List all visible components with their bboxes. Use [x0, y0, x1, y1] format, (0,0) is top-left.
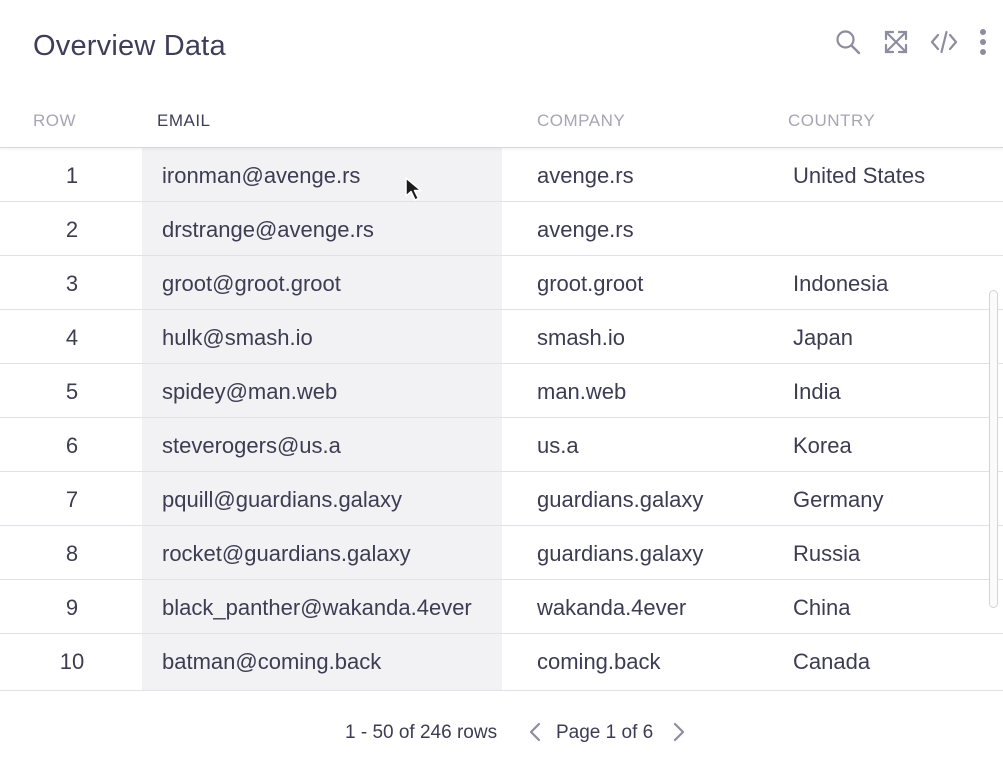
data-table: ROW EMAIL COMPANY COUNTRY 1 ironman@aven… — [0, 96, 1003, 688]
company-cell: wakanda.4ever — [537, 595, 687, 620]
row-number: 7 — [65, 487, 79, 512]
table-row[interactable]: 2 drstrange@avenge.rs avenge.rs — [0, 202, 1003, 256]
table-row[interactable]: 1 ironman@avenge.rs avenge.rs United Sta… — [0, 148, 1003, 202]
country-cell: China — [793, 595, 851, 620]
row-number: 2 — [65, 217, 79, 242]
company-cell: smash.io — [537, 325, 626, 350]
country-cell: Japan — [793, 325, 853, 350]
row-number: 5 — [65, 379, 79, 404]
page-title: Overview Data — [33, 30, 226, 62]
next-page-button[interactable] — [668, 719, 690, 745]
email-cell: hulk@smash.io — [162, 325, 313, 350]
email-cell: ironman@avenge.rs — [162, 163, 361, 188]
company-cell: coming.back — [537, 649, 661, 674]
country-cell: United States — [793, 163, 926, 188]
row-number: 8 — [65, 541, 79, 566]
column-header-country[interactable]: COUNTRY — [788, 111, 875, 131]
country-cell: Canada — [793, 649, 871, 674]
table-row[interactable]: 10 batman@coming.back coming.back Canada — [0, 634, 1003, 688]
table-row[interactable]: 4 hulk@smash.io smash.io Japan — [0, 310, 1003, 364]
row-number: 3 — [65, 271, 79, 296]
more-vertical-icon — [980, 29, 986, 55]
email-cell: batman@coming.back — [162, 649, 382, 674]
rows-count-text: 1 - 50 of 246 rows — [345, 722, 498, 743]
code-button[interactable] — [929, 26, 959, 58]
email-cell: black_panther@wakanda.4ever — [162, 595, 472, 620]
pagination-footer: 1 - 50 of 246 rows Page 1 of 6 — [0, 690, 1003, 771]
table-row[interactable]: 7 pquill@guardians.galaxy guardians.gala… — [0, 472, 1003, 526]
email-cell: pquill@guardians.galaxy — [162, 487, 403, 512]
country-cell: Indonesia — [793, 271, 889, 296]
country-cell: Germany — [793, 487, 884, 512]
chevron-left-icon — [529, 722, 541, 742]
company-cell: groot.groot — [537, 271, 644, 296]
country-cell: Russia — [793, 541, 861, 566]
row-number: 6 — [65, 433, 79, 458]
email-cell: drstrange@avenge.rs — [162, 217, 374, 242]
table-row[interactable]: 8 rocket@guardians.galaxy guardians.gala… — [0, 526, 1003, 580]
row-number: 9 — [65, 595, 79, 620]
row-number: 1 — [65, 163, 79, 188]
company-cell: avenge.rs — [537, 163, 634, 188]
table-row[interactable]: 5 spidey@man.web man.web India — [0, 364, 1003, 418]
email-cell: groot@groot.groot — [162, 271, 341, 296]
email-cell: steverogers@us.a — [162, 433, 341, 458]
expand-button[interactable] — [881, 26, 911, 58]
country-cell: India — [793, 379, 841, 404]
toolbar — [815, 26, 989, 58]
email-cell: spidey@man.web — [162, 379, 338, 404]
table-row[interactable]: 6 steverogers@us.a us.a Korea — [0, 418, 1003, 472]
company-cell: us.a — [537, 433, 579, 458]
email-cell: rocket@guardians.galaxy — [162, 541, 411, 566]
company-cell: guardians.galaxy — [537, 487, 704, 512]
mouse-pointer-icon — [404, 176, 428, 204]
expand-icon — [884, 30, 908, 54]
column-header-email[interactable]: EMAIL — [157, 111, 211, 131]
header: Overview Data — [0, 0, 1003, 96]
company-cell: man.web — [537, 379, 627, 404]
company-cell: guardians.galaxy — [537, 541, 704, 566]
search-icon — [836, 30, 861, 55]
table-row[interactable]: 3 groot@groot.groot groot.groot Indonesi… — [0, 256, 1003, 310]
country-cell: Korea — [793, 433, 852, 458]
chevron-right-icon — [673, 722, 685, 742]
row-number: 10 — [59, 649, 85, 674]
code-icon — [930, 30, 958, 54]
company-cell: avenge.rs — [537, 217, 634, 242]
scrollbar-thumb[interactable] — [989, 290, 998, 608]
previous-page-button[interactable] — [524, 719, 546, 745]
table-row[interactable]: 9 black_panther@wakanda.4ever wakanda.4e… — [0, 580, 1003, 634]
vertical-scrollbar[interactable] — [989, 290, 999, 608]
table-body: 1 ironman@avenge.rs avenge.rs United Sta… — [0, 148, 1003, 688]
table-header: ROW EMAIL COMPANY COUNTRY — [0, 96, 1003, 148]
page-indicator: Page 1 of 6 — [556, 722, 654, 743]
column-header-company[interactable]: COMPANY — [537, 111, 625, 131]
more-options-button[interactable] — [977, 26, 989, 58]
row-number: 4 — [65, 325, 79, 350]
search-button[interactable] — [833, 26, 863, 58]
column-header-row[interactable]: ROW — [33, 111, 76, 131]
